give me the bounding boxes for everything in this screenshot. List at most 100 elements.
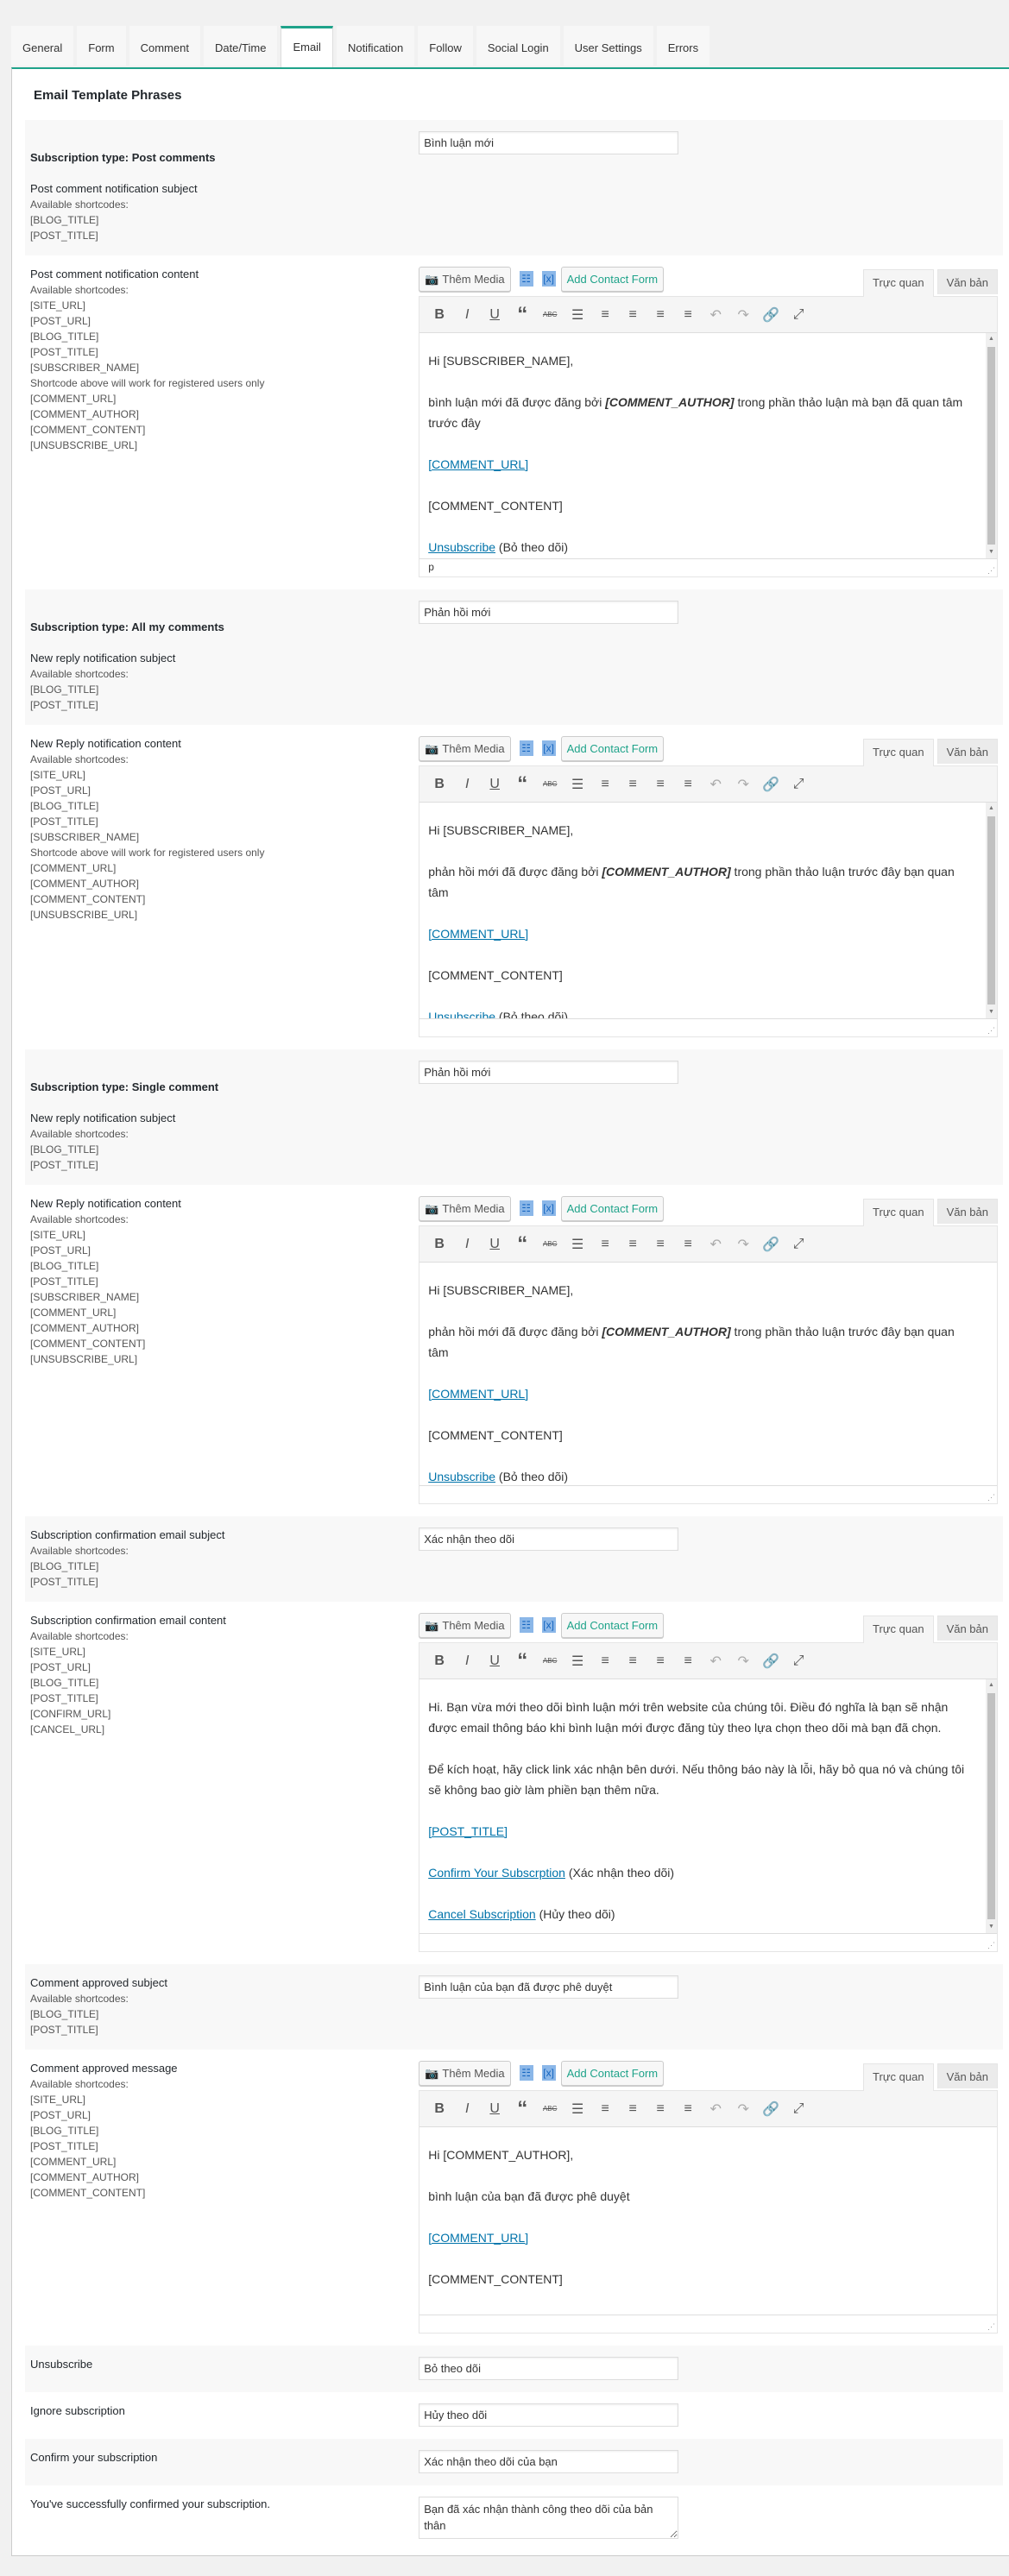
align-left-icon[interactable]: ≡ [620,1649,646,1673]
phrase-input[interactable] [419,1061,679,1084]
redo-icon[interactable]: ↷ [730,1649,756,1673]
add-media-button[interactable]: 📷 Thêm Media [419,267,511,292]
undo-icon[interactable]: ↶ [703,2097,728,2121]
editor-content[interactable]: Hi [COMMENT_AUTHOR], bình luận của bạn đã… [419,2127,981,2289]
tab-email[interactable]: Email [281,26,333,69]
shortcode-icon[interactable]: [x] [541,2065,556,2081]
content-link[interactable]: Confirm Your Subscrption [428,1866,565,1880]
content-link[interactable]: Cancel Subscription [428,1907,536,1921]
editor-scrollbar[interactable]: ▲ ▼ [986,803,997,1018]
redo-icon[interactable]: ↷ [730,303,756,327]
numbered-list-icon[interactable]: ≡ [592,1649,618,1673]
phrase-input[interactable] [419,2403,679,2427]
shortcode-icon[interactable]: [x] [541,1617,556,1633]
editor-content-area[interactable]: Hi [COMMENT_AUTHOR], bình luận của bạn đã… [419,2127,997,2315]
add-media-button[interactable]: 📷 Thêm Media [419,1196,511,1221]
resize-handle-icon[interactable]: ⋰ [987,1941,995,1950]
scroll-up-arrow-icon[interactable]: ▲ [986,1679,997,1691]
scroll-down-arrow-icon[interactable]: ▼ [986,1006,997,1018]
editor-scrollbar[interactable]: ▲ ▼ [986,333,997,558]
tab-visual[interactable]: Trực quan [863,2063,934,2091]
undo-icon[interactable]: ↶ [703,1649,728,1673]
blockquote-icon[interactable]: “ [509,2097,535,2121]
editor-content-area[interactable]: Hi. Bạn vừa mới theo dõi bình luận mới t… [419,1679,997,1933]
bullet-list-icon[interactable]: ☰ [564,303,590,327]
align-center-icon[interactable]: ≡ [647,303,673,327]
tab-text[interactable]: Văn bản [936,1199,998,1224]
strikethrough-icon[interactable]: ABC [537,303,563,327]
tab-text[interactable]: Văn bản [936,2063,998,2088]
tab-notification[interactable]: Notification [336,26,415,66]
fullscreen-icon[interactable]: ⤢ [785,2097,811,2121]
resize-handle-icon[interactable]: ⋰ [987,1493,995,1502]
tab-comment[interactable]: Comment [129,26,200,66]
tab-visual[interactable]: Trực quan [863,1616,934,1643]
scrollbar-thumb[interactable] [987,1693,995,1919]
align-right-icon[interactable]: ≡ [675,1232,701,1257]
align-left-icon[interactable]: ≡ [620,2097,646,2121]
add-media-button[interactable]: 📷 Thêm Media [419,1613,511,1638]
underline-icon[interactable]: U [482,1649,508,1673]
bold-icon[interactable]: B [426,1649,452,1673]
add-contact-form-button[interactable]: Add Contact Form [560,2061,665,2086]
form-layout-icon[interactable]: ☷ [519,1200,533,1216]
strikethrough-icon[interactable]: ABC [537,1232,563,1257]
scroll-down-arrow-icon[interactable]: ▼ [986,546,997,558]
add-contact-form-button[interactable]: Add Contact Form [560,1613,665,1638]
content-link[interactable]: [COMMENT_URL] [428,2231,528,2245]
undo-icon[interactable]: ↶ [703,303,728,327]
scrollbar-thumb[interactable] [987,816,995,1005]
bullet-list-icon[interactable]: ☰ [564,1232,590,1257]
editor-content[interactable]: Hi [SUBSCRIBER_NAME], phản hồi mới đã đượ… [419,803,981,1018]
scroll-up-arrow-icon[interactable]: ▲ [986,333,997,345]
align-left-icon[interactable]: ≡ [620,772,646,797]
strikethrough-icon[interactable]: ABC [537,2097,563,2121]
align-right-icon[interactable]: ≡ [675,2097,701,2121]
align-center-icon[interactable]: ≡ [647,2097,673,2121]
blockquote-icon[interactable]: “ [509,1232,535,1257]
underline-icon[interactable]: U [482,2097,508,2121]
align-left-icon[interactable]: ≡ [620,303,646,327]
fullscreen-icon[interactable]: ⤢ [785,303,811,327]
italic-icon[interactable]: I [454,1649,480,1673]
numbered-list-icon[interactable]: ≡ [592,772,618,797]
strikethrough-icon[interactable]: ABC [537,772,563,797]
editor-content-area[interactable]: Hi [SUBSCRIBER_NAME], phản hồi mới đã đượ… [419,1263,997,1485]
tab-form[interactable]: Form [77,26,126,66]
tab-follow[interactable]: Follow [418,26,473,66]
align-center-icon[interactable]: ≡ [647,1649,673,1673]
tab-general[interactable]: General [11,26,74,66]
editor-content-area[interactable]: Hi [SUBSCRIBER_NAME], phản hồi mới đã đượ… [419,803,997,1018]
redo-icon[interactable]: ↷ [730,1232,756,1257]
content-link[interactable]: [POST_TITLE] [428,1824,508,1838]
form-layout-icon[interactable]: ☷ [519,1617,533,1633]
numbered-list-icon[interactable]: ≡ [592,303,618,327]
tab-user-settings[interactable]: User Settings [563,26,653,66]
editor-content[interactable]: Hi [SUBSCRIBER_NAME], bình luận mới đã đư… [419,333,981,557]
shortcode-icon[interactable]: [x] [541,740,556,756]
bold-icon[interactable]: B [426,2097,452,2121]
italic-icon[interactable]: I [454,772,480,797]
phrase-input[interactable] [419,601,679,624]
link-icon[interactable]: 🔗 [758,303,784,327]
editor-content[interactable]: Hi. Bạn vừa mới theo dõi bình luận mới t… [419,1679,981,1924]
blockquote-icon[interactable]: “ [509,1649,535,1673]
editor-content-area[interactable]: Hi [SUBSCRIBER_NAME], bình luận mới đã đư… [419,333,997,558]
phrase-input[interactable] [419,2450,679,2473]
blockquote-icon[interactable]: “ [509,772,535,797]
blockquote-icon[interactable]: “ [509,303,535,327]
scrollbar-thumb[interactable] [987,347,995,545]
scroll-up-arrow-icon[interactable]: ▲ [986,803,997,815]
fullscreen-icon[interactable]: ⤢ [785,772,811,797]
bold-icon[interactable]: B [426,303,452,327]
underline-icon[interactable]: U [482,1232,508,1257]
content-link[interactable]: Unsubscribe [428,1010,495,1018]
bold-icon[interactable]: B [426,772,452,797]
fullscreen-icon[interactable]: ⤢ [785,1232,811,1257]
content-link[interactable]: [COMMENT_URL] [428,457,528,471]
tab-errors[interactable]: Errors [656,26,710,66]
redo-icon[interactable]: ↷ [730,2097,756,2121]
underline-icon[interactable]: U [482,303,508,327]
tab-visual[interactable]: Trực quan [863,1199,934,1226]
redo-icon[interactable]: ↷ [730,772,756,797]
